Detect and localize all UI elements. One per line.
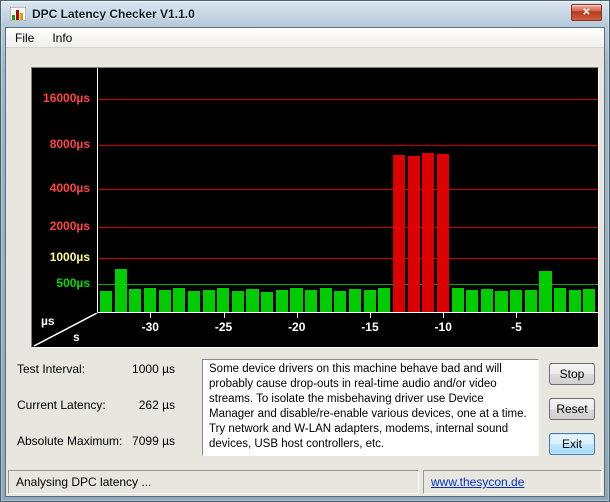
x-tick — [223, 313, 225, 318]
latency-bar — [100, 291, 113, 312]
gridline-16000 — [98, 99, 598, 100]
y-axis-label-4000: 4000µs — [49, 181, 90, 195]
latency-bar — [422, 153, 435, 312]
latency-bar — [143, 288, 157, 312]
stat-value: 262 µs — [138, 398, 175, 412]
latency-bar — [187, 291, 201, 312]
latency-bar — [407, 156, 420, 312]
stats-panel: Test Interval: 1000 µs Current Latency: … — [17, 362, 175, 470]
gridline-8000 — [98, 145, 598, 146]
axis-corner: µs s — [34, 313, 97, 347]
y-axis-line — [97, 68, 98, 313]
latency-bar — [246, 289, 259, 312]
latency-bar — [495, 291, 508, 312]
latency-bar — [363, 290, 376, 312]
x-tick-label: -15 — [361, 320, 379, 334]
latency-bar — [114, 269, 127, 312]
y-axis-label-1000: 1000µs — [49, 250, 90, 264]
close-button[interactable]: ✕ — [571, 4, 602, 21]
stat-label: Test Interval: — [17, 362, 86, 376]
latency-bar — [173, 288, 186, 312]
latency-bar — [539, 271, 552, 312]
stat-test-interval: Test Interval: 1000 µs — [17, 362, 175, 376]
thesycon-link[interactable]: www.thesycon.de — [431, 475, 524, 489]
chart-canvas: µs s 500µs 1000µs 2000µs 4000µs 8000µs 16000µ… — [32, 68, 598, 347]
stat-current-latency: Current Latency: 262 µs — [17, 398, 175, 412]
app-icon — [10, 7, 26, 21]
latency-bar — [436, 154, 450, 312]
x-tick-label: -10 — [434, 320, 452, 334]
latency-bar — [392, 155, 406, 312]
exit-button[interactable]: Exit — [549, 433, 595, 455]
gridline-500 — [98, 284, 598, 285]
status-text: Analysing DPC latency ... — [8, 470, 419, 494]
y-axis-label-8000: 8000µs — [49, 137, 90, 151]
stat-absolute-maximum: Absolute Maximum: 7099 µs — [17, 434, 175, 448]
latency-bar — [554, 288, 567, 312]
client-area: File Info µs s 500µs 1000µs 2000µs 4000µs 80… — [5, 27, 605, 497]
y-unit-label: µs — [41, 314, 55, 328]
latency-bar — [290, 288, 303, 312]
diagnosis-text: Some device drivers on this machine beha… — [202, 359, 539, 456]
latency-bar — [349, 289, 362, 312]
stat-value: 1000 µs — [132, 362, 175, 376]
stat-label: Absolute Maximum: — [17, 434, 123, 448]
latency-bar — [231, 291, 244, 312]
latency-bar — [583, 289, 596, 312]
latency-bar — [480, 289, 493, 312]
latency-bar — [305, 290, 318, 312]
x-tick-label: -20 — [288, 320, 306, 334]
latency-bar — [158, 290, 171, 312]
x-unit-label: s — [73, 330, 80, 344]
window-title: DPC Latency Checker V1.1.0 — [32, 7, 195, 21]
x-tick-label: -5 — [511, 320, 522, 334]
app-window: DPC Latency Checker V1.1.0 ✕ File Info µ… — [0, 0, 610, 502]
latency-bar — [275, 290, 288, 312]
x-tick-label: -30 — [141, 320, 159, 334]
latency-bar — [466, 290, 479, 312]
status-link-cell: www.thesycon.de — [423, 470, 602, 494]
stat-label: Current Latency: — [17, 398, 106, 412]
y-axis-label-500: 500µs — [56, 276, 90, 290]
close-icon: ✕ — [582, 7, 591, 18]
latency-bar — [451, 288, 464, 312]
y-axis-label-2000: 2000µs — [49, 219, 90, 233]
statusbar: Analysing DPC latency ... www.thesycon.d… — [8, 470, 602, 494]
x-tick-label: -25 — [214, 320, 233, 334]
latency-bar — [510, 290, 523, 312]
latency-bar — [261, 292, 274, 312]
gridline-4000 — [98, 189, 598, 190]
y-axis-label-16000: 16000µs — [43, 91, 90, 105]
gridline-2000 — [98, 227, 598, 228]
menu-file[interactable]: File — [6, 28, 43, 47]
latency-bar — [202, 290, 215, 312]
latency-bar — [217, 288, 230, 312]
button-column: Stop Reset Exit — [549, 363, 595, 468]
menu-info[interactable]: Info — [43, 28, 81, 47]
x-tick — [443, 313, 445, 318]
gridline-1000 — [98, 258, 598, 259]
latency-bar — [568, 290, 581, 312]
x-tick — [516, 313, 518, 318]
x-tick — [369, 313, 371, 318]
latency-bar — [129, 289, 142, 312]
latency-bar — [334, 291, 347, 312]
menubar: File Info — [6, 28, 604, 48]
x-tick — [150, 313, 152, 318]
titlebar[interactable]: DPC Latency Checker V1.1.0 ✕ — [1, 1, 609, 27]
x-tick — [296, 313, 298, 318]
stop-button[interactable]: Stop — [549, 363, 595, 385]
reset-button[interactable]: Reset — [549, 398, 595, 420]
latency-bar — [319, 288, 332, 312]
latency-chart: µs s 500µs 1000µs 2000µs 4000µs 8000µs 16000µ… — [31, 67, 599, 348]
latency-bar — [378, 288, 391, 312]
latency-bar — [524, 290, 537, 312]
stat-value: 7099 µs — [132, 434, 175, 448]
x-axis-line — [97, 312, 598, 313]
